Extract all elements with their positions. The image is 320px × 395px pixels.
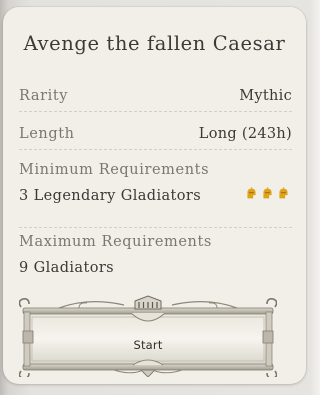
length-label: Length: [19, 126, 75, 142]
length-value: Long (243h): [198, 126, 292, 142]
gladiator-helmet-icons: [245, 187, 290, 200]
divider: [19, 111, 292, 112]
minimum-requirements-label: Minimum Requirements: [19, 162, 210, 178]
rarity-row: Rarity Mythic: [19, 84, 292, 108]
rarity-value: Mythic: [239, 88, 292, 104]
gladiator-helmet-icon: [279, 187, 288, 199]
divider: [19, 227, 292, 228]
rarity-label: Rarity: [19, 88, 69, 104]
gladiator-helmet-icon: [263, 187, 272, 199]
quest-card: Avenge the fallen Caesar Rarity Mythic L…: [3, 7, 306, 384]
length-row: Length Long (243h): [19, 122, 292, 146]
maximum-requirements-label: Maximum Requirements: [19, 234, 212, 250]
divider: [19, 149, 292, 150]
quest-title: Avenge the fallen Caesar: [23, 32, 286, 55]
ornate-frame: [19, 295, 277, 377]
start-button[interactable]: Start: [19, 295, 277, 377]
maximum-requirements-value: 9 Gladiators: [19, 260, 114, 276]
start-button-label: Start: [133, 338, 163, 352]
minimum-requirements-value: 3 Legendary Gladiators: [19, 188, 202, 204]
background-edge: [310, 0, 320, 395]
gladiator-helmet-icon: [247, 187, 256, 199]
